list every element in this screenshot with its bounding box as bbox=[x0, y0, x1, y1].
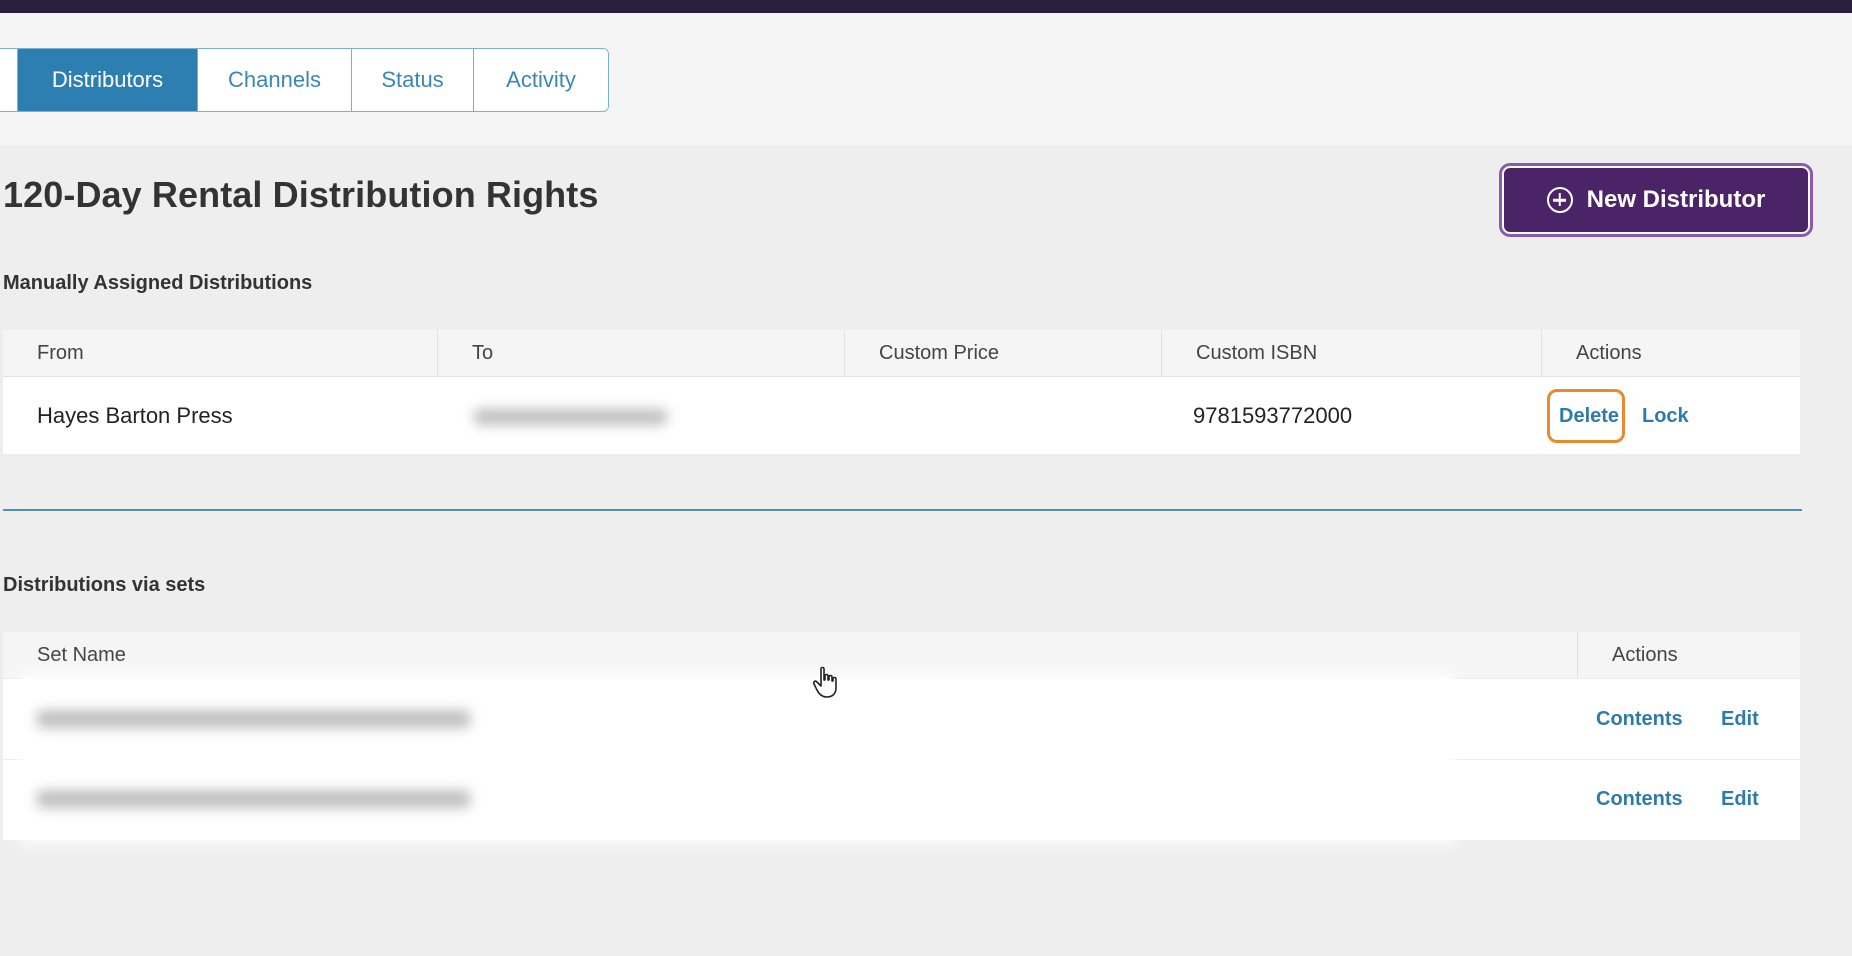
column-header-from: From bbox=[3, 330, 438, 376]
tab-activity[interactable]: Activity bbox=[474, 49, 608, 111]
table-header: Set Name Actions bbox=[3, 632, 1800, 679]
manual-distributions-table: From To Custom Price Custom ISBN Actions… bbox=[3, 330, 1800, 454]
tab-channels[interactable]: Channels bbox=[198, 49, 352, 111]
section-divider bbox=[3, 509, 1802, 511]
plus-circle-icon bbox=[1546, 187, 1573, 213]
page-title: 120-Day Rental Distribution Rights bbox=[3, 174, 599, 215]
contents-link[interactable]: Contents bbox=[1596, 708, 1683, 731]
tab-edge bbox=[0, 49, 18, 111]
new-distributor-button[interactable]: New Distributor bbox=[1502, 166, 1810, 234]
delete-link[interactable]: Delete bbox=[1559, 405, 1619, 428]
top-bar bbox=[0, 0, 1852, 13]
contents-link[interactable]: Contents bbox=[1596, 788, 1683, 811]
edit-link[interactable]: Edit bbox=[1721, 708, 1759, 731]
lock-link[interactable]: Lock bbox=[1642, 405, 1689, 428]
tab-distributors[interactable]: Distributors bbox=[18, 49, 198, 111]
cell-to-redacted bbox=[473, 409, 668, 425]
tab-bar: Distributors Channels Status Activity bbox=[0, 48, 609, 112]
column-header-custom-isbn: Custom ISBN bbox=[1162, 330, 1542, 376]
set-name-redacted bbox=[36, 790, 471, 808]
cell-from: Hayes Barton Press bbox=[37, 403, 233, 428]
table-header: From To Custom Price Custom ISBN Actions bbox=[3, 330, 1800, 377]
manual-distributions-heading: Manually Assigned Distributions bbox=[3, 272, 313, 294]
column-header-set-name: Set Name bbox=[3, 632, 1578, 678]
hand-cursor-icon bbox=[812, 666, 837, 698]
set-name-redacted bbox=[36, 710, 471, 728]
set-distributions-heading: Distributions via sets bbox=[3, 574, 206, 596]
column-header-custom-price: Custom Price bbox=[845, 330, 1162, 376]
column-header-actions: Actions bbox=[1612, 644, 1678, 666]
cell-custom-isbn: 9781593772000 bbox=[1193, 403, 1353, 428]
redaction-overlay bbox=[25, 678, 1449, 838]
edit-link[interactable]: Edit bbox=[1721, 788, 1759, 811]
column-header-actions: Actions bbox=[1576, 342, 1642, 364]
new-distributor-label: New Distributor bbox=[1586, 186, 1766, 213]
tab-status[interactable]: Status bbox=[352, 49, 474, 111]
column-header-to: To bbox=[438, 330, 845, 376]
